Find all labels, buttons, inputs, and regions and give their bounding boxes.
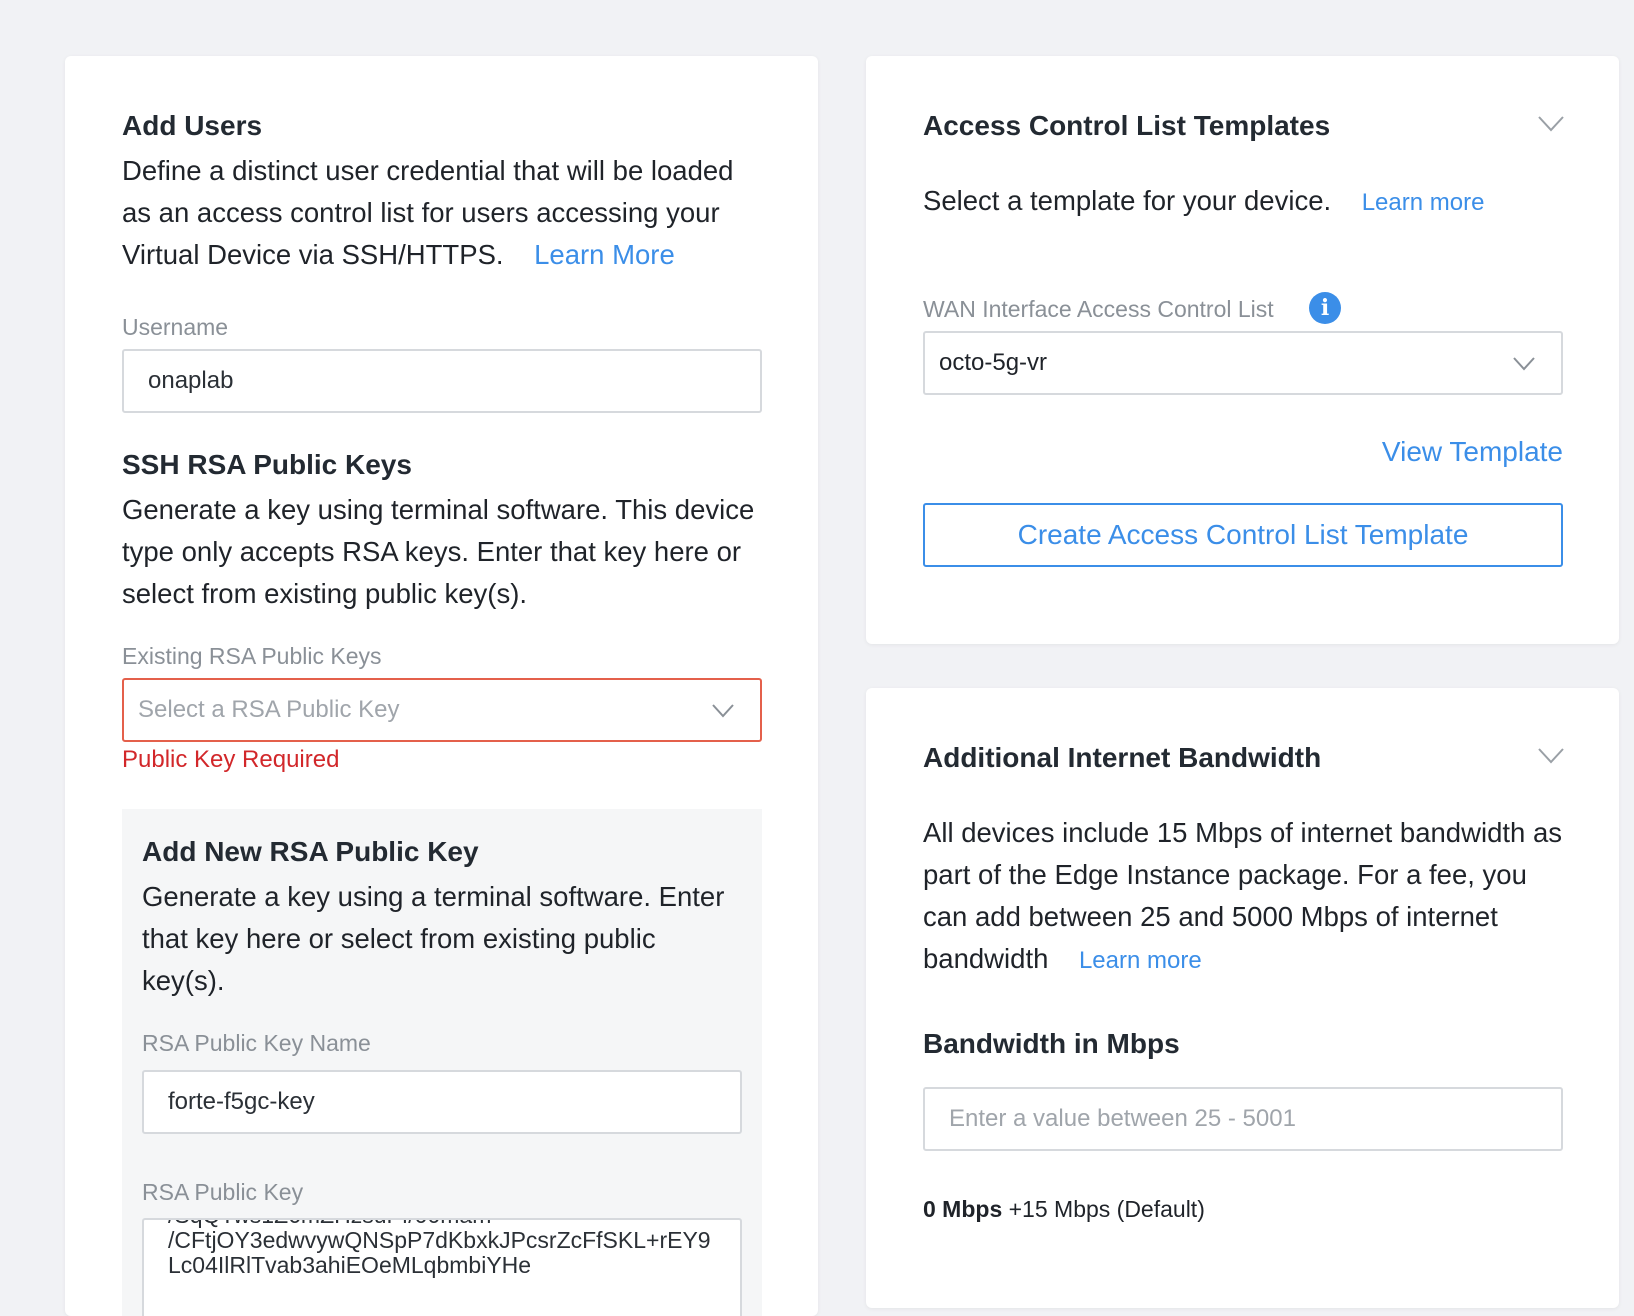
rsa-key-textarea[interactable]: /SqQTws1Z6mZHzsuPf/00mam /CFtjOY3edwvywQ… (142, 1218, 742, 1316)
public-key-error: Public Key Required (122, 746, 340, 773)
bandwidth-field-title: Bandwidth in Mbps (923, 1028, 1180, 1059)
key-name-label: RSA Public Key Name (142, 1030, 371, 1056)
chevron-down-icon (712, 704, 734, 718)
wan-acl-value: octo-5g-vr (939, 349, 1048, 376)
chevron-down-icon[interactable] (1538, 116, 1564, 132)
wan-acl-select[interactable]: octo-5g-vr (923, 331, 1563, 395)
acl-learn-more-link[interactable]: Learn more (1362, 189, 1485, 216)
bandwidth-title: Additional Internet Bandwidth (923, 742, 1322, 773)
acl-templates-description: Select a template for your device. (923, 185, 1332, 216)
info-icon[interactable]: i (1309, 292, 1341, 324)
acl-templates-card: Access Control List Templates Select a t… (866, 56, 1619, 644)
chevron-down-icon (1513, 357, 1535, 371)
chevron-down-icon[interactable] (1538, 748, 1564, 764)
bandwidth-learn-more-link[interactable]: Learn more (1079, 947, 1202, 974)
username-label: Username (122, 314, 229, 340)
rsa-key-line: Lc04IlRlTvab3ahiEOeMLqbmbiYHe (168, 1252, 532, 1278)
acl-templates-description-row: Select a template for your device. Learn… (923, 180, 1484, 224)
add-users-learn-more-link[interactable]: Learn More (534, 239, 675, 270)
view-template-link[interactable]: View Template (1382, 436, 1563, 468)
ssh-keys-description: Generate a key using terminal software. … (122, 494, 755, 609)
bandwidth-input-placeholder: Enter a value between 25 - 5001 (949, 1105, 1296, 1132)
bandwidth-selected-value: 0 Mbps (923, 1196, 1003, 1222)
bandwidth-description: All devices include 15 Mbps of internet … (923, 817, 1562, 974)
bandwidth-default-value: +15 Mbps (Default) (1008, 1196, 1205, 1222)
add-users-title: Add Users (122, 110, 263, 141)
add-new-key-description: Generate a key using a terminal software… (142, 881, 725, 996)
bandwidth-card: Additional Internet Bandwidth All device… (866, 688, 1619, 1308)
acl-templates-title: Access Control List Templates (923, 110, 1331, 141)
add-users-card: Add Users Define a distinct user credent… (65, 56, 818, 1316)
username-input[interactable]: onaplab (122, 349, 762, 413)
bandwidth-description-row: All devices include 15 Mbps of internet … (923, 812, 1568, 982)
rsa-key-line: /CFtjOY3edwvywQNSpP7dKbxkJPcsrZcFfSKL+rE… (168, 1227, 711, 1253)
add-users-description: Define a distinct user credential that w… (122, 150, 752, 276)
username-value: onaplab (148, 367, 234, 394)
add-new-key-title: Add New RSA Public Key (142, 836, 479, 867)
create-acl-template-button[interactable]: Create Access Control List Template (923, 503, 1563, 567)
add-new-key-panel: Add New RSA Public Key Generate a key us… (122, 809, 762, 1316)
existing-keys-label: Existing RSA Public Keys (122, 643, 382, 669)
ssh-keys-title: SSH RSA Public Keys (122, 449, 412, 480)
key-name-input[interactable]: forte-f5gc-key (142, 1070, 742, 1134)
rsa-key-select-placeholder: Select a RSA Public Key (138, 696, 400, 723)
bandwidth-summary: 0 Mbps +15 Mbps (Default) (923, 1196, 1205, 1223)
rsa-key-select[interactable]: Select a RSA Public Key (122, 678, 762, 742)
bandwidth-input[interactable]: Enter a value between 25 - 5001 (923, 1087, 1563, 1151)
wan-acl-label: WAN Interface Access Control List (923, 296, 1274, 322)
key-name-value: forte-f5gc-key (168, 1088, 315, 1115)
rsa-key-label: RSA Public Key (142, 1179, 304, 1205)
